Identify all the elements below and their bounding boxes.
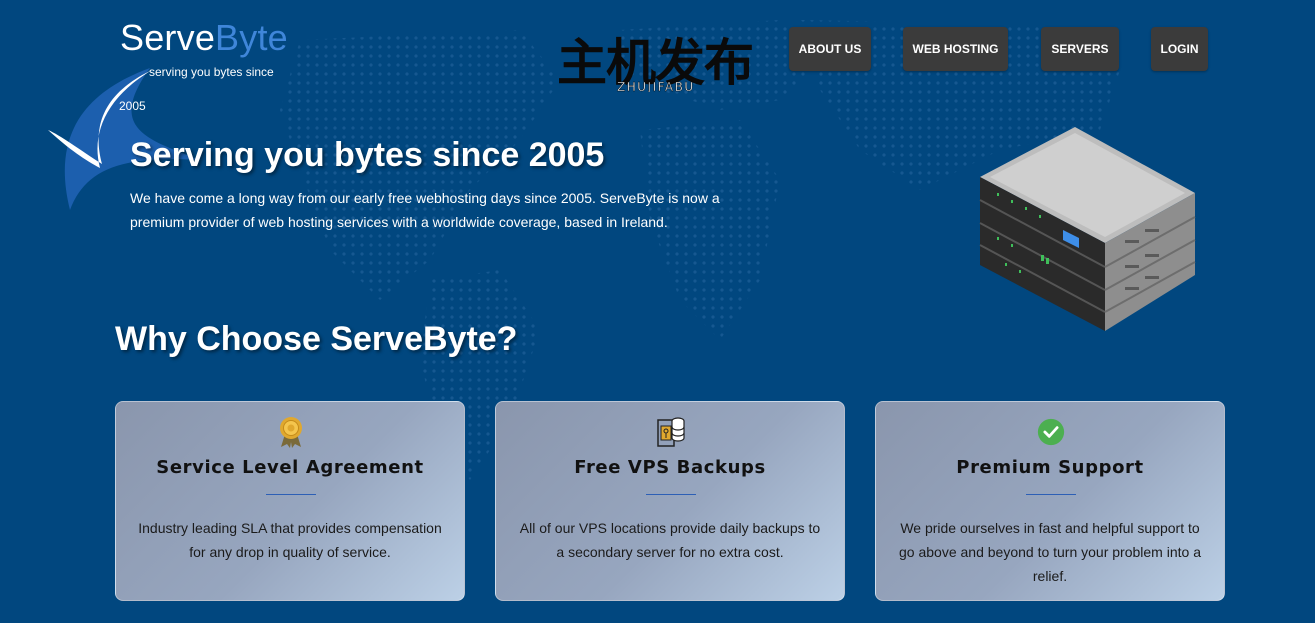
feature-text: Industry leading SLA that provides compe… (138, 520, 442, 560)
feature-card-sla: Service Level Agreement Industry leading… (115, 401, 465, 601)
brand-tagline: serving you bytes since (149, 65, 274, 79)
feature-title: Free VPS Backups (574, 457, 766, 478)
feature-card-support: Premium Support We pride ourselves in fa… (875, 401, 1225, 601)
why-choose-heading: Why Choose ServeByte? (115, 320, 518, 358)
title-underline (266, 494, 316, 495)
brand-logo[interactable]: ServeByte (120, 18, 288, 58)
feature-title: Premium Support (956, 457, 1144, 478)
server-rack-image (979, 127, 1196, 331)
title-underline (646, 494, 696, 495)
nav-login-button[interactable]: LOGIN (1151, 27, 1208, 71)
feature-title: Service Level Agreement (156, 457, 424, 478)
hero-description: We have come a long way from our early f… (130, 190, 720, 230)
svg-text:ZHUJIFABU: ZHUJIFABU (617, 80, 695, 92)
feature-text: We pride ourselves in fast and helpful s… (899, 520, 1201, 584)
nav-web-hosting-button[interactable]: WEB HOSTING (903, 27, 1008, 71)
check-circle-icon (1037, 418, 1065, 446)
watermark-logo: 主机发布 ZHUJIFABU (557, 34, 754, 92)
brand-name-serve: Serve (120, 17, 216, 58)
title-underline (1026, 494, 1076, 495)
nav-servers-button[interactable]: SERVERS (1041, 27, 1119, 71)
hero-title: Serving you bytes since 2005 (130, 136, 605, 174)
database-backup-icon (657, 417, 685, 447)
brand-tagline-year: 2005 (119, 99, 146, 113)
award-badge-icon (280, 417, 302, 448)
brand-name-byte: Byte (215, 17, 288, 58)
nav-about-us-button[interactable]: ABOUT US (789, 27, 871, 71)
feature-text: All of our VPS locations provide daily b… (519, 520, 821, 560)
feature-card-backups: Free VPS Backups All of our VPS location… (495, 401, 845, 601)
